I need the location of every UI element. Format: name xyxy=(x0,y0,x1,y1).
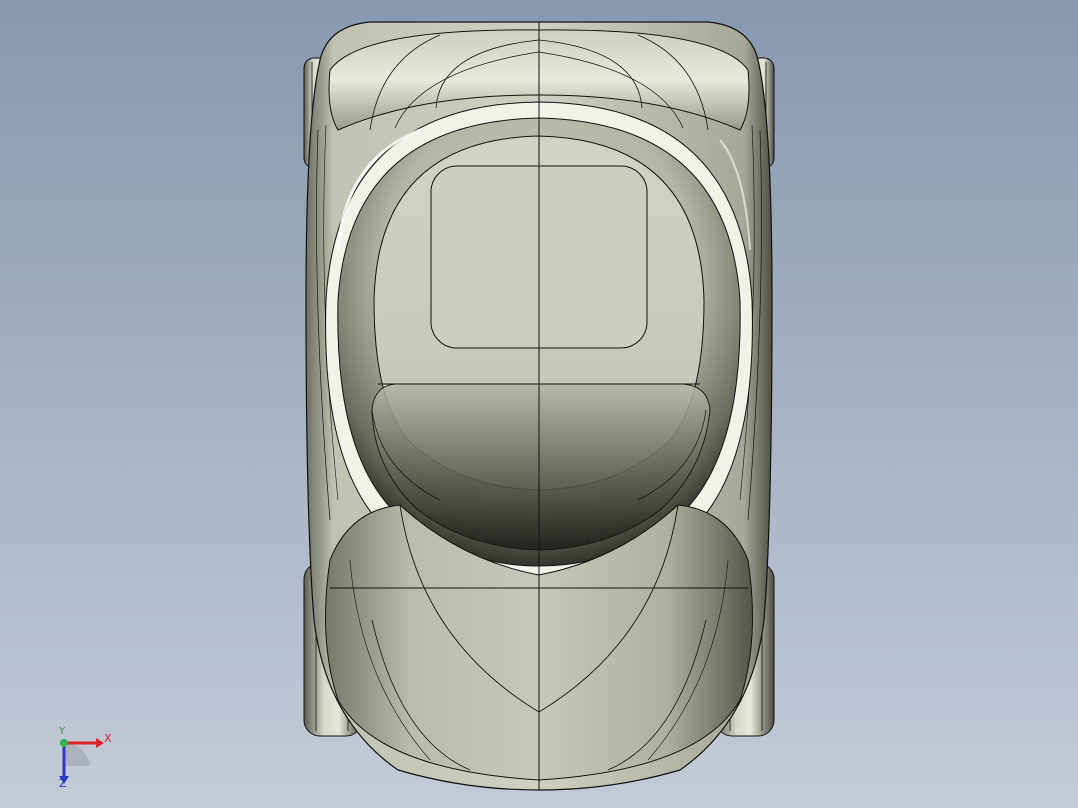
x-axis-label: X xyxy=(104,732,112,745)
z-axis-label: Z xyxy=(59,777,67,790)
coordinate-triad: X Y Z xyxy=(48,726,118,792)
y-axis-label: Y xyxy=(59,726,66,737)
vehicle-model[interactable] xyxy=(0,0,1078,808)
graphics-viewport[interactable]: X Y Z xyxy=(0,0,1078,808)
